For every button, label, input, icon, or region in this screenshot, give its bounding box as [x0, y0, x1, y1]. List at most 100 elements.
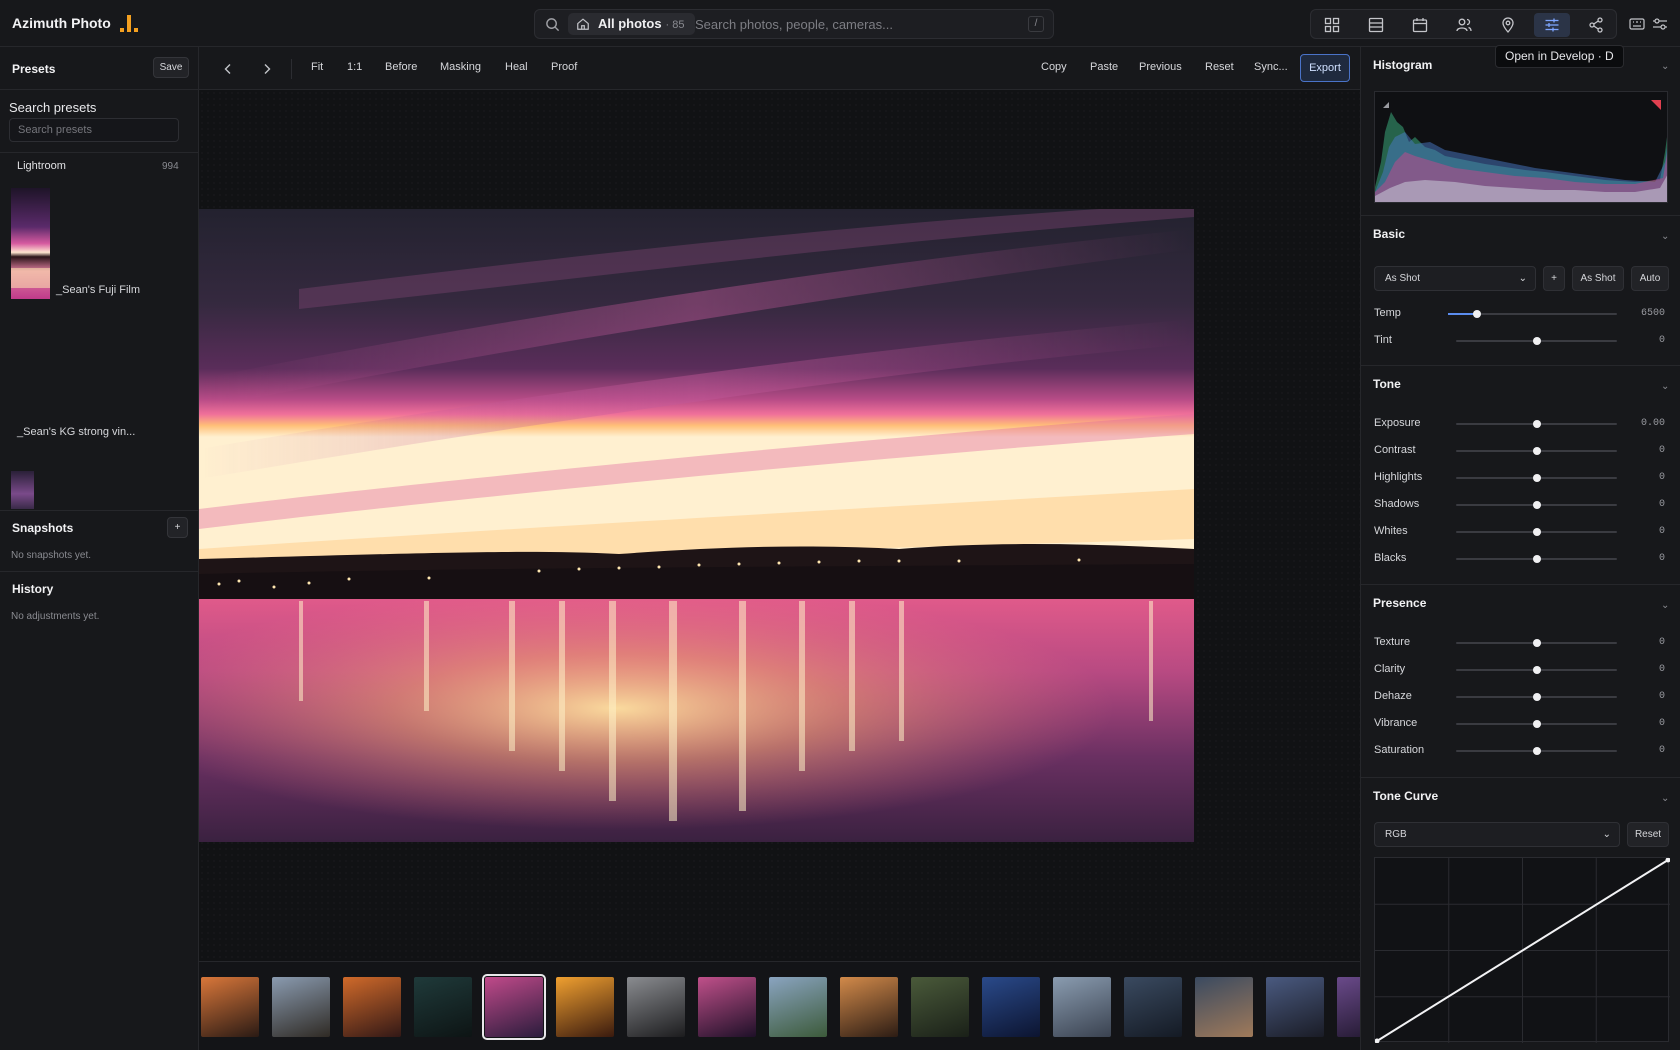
curve-channel-select[interactable]: RGB ⌄ — [1374, 822, 1620, 847]
export-button[interactable]: Export — [1300, 54, 1350, 82]
chevron-down-icon[interactable]: ⌄ — [1661, 600, 1669, 611]
preset-name[interactable]: _Sean's KG strong vin... — [17, 426, 135, 438]
presets-search-input[interactable] — [9, 118, 179, 142]
fit-zoom-button[interactable]: Fit — [311, 61, 323, 73]
shadows-slider-handle[interactable] — [1532, 501, 1541, 509]
add-snapshot-button[interactable]: + — [167, 517, 188, 538]
filmstrip-thumbnail[interactable] — [1195, 977, 1253, 1037]
chevron-down-icon[interactable]: ⌄ — [1661, 231, 1669, 242]
blacks-value[interactable]: 0 — [1611, 553, 1665, 564]
saturation-value[interactable]: 0 — [1611, 745, 1665, 756]
previous-photo-button[interactable] — [218, 59, 238, 79]
calendar-view-button[interactable] — [1402, 13, 1438, 37]
highlights-value[interactable]: 0 — [1611, 472, 1665, 483]
blacks-slider[interactable] — [1456, 555, 1617, 563]
previous-settings-button[interactable]: Previous — [1139, 61, 1182, 73]
scope-pill[interactable]: All photos · 85 — [568, 13, 695, 35]
people-view-button[interactable] — [1446, 13, 1482, 37]
curve-reset-button[interactable]: Reset — [1627, 822, 1669, 847]
texture-slider-handle[interactable] — [1532, 639, 1541, 647]
contrast-slider-handle[interactable] — [1532, 447, 1541, 455]
one-to-one-zoom-button[interactable]: 1:1 — [347, 61, 362, 73]
save-preset-button[interactable]: Save — [153, 57, 189, 78]
filmstrip-thumbnail[interactable] — [272, 977, 330, 1037]
tint-value[interactable]: 0 — [1611, 335, 1665, 346]
heal-button[interactable]: Heal — [505, 61, 528, 73]
develop-view-button[interactable] — [1534, 13, 1570, 37]
white-balance-select[interactable]: As Shot ⌄ — [1374, 266, 1536, 291]
filmstrip-thumbnail[interactable] — [769, 977, 827, 1037]
saturation-slider-handle[interactable] — [1532, 747, 1541, 755]
temp-slider-handle[interactable] — [1472, 310, 1481, 318]
copy-settings-button[interactable]: Copy — [1041, 61, 1067, 73]
shadows-value[interactable]: 0 — [1611, 499, 1665, 510]
grid-view-button[interactable] — [1314, 13, 1350, 37]
saturation-slider[interactable] — [1456, 747, 1617, 755]
exposure-slider[interactable] — [1456, 420, 1617, 428]
main-photo[interactable] — [199, 209, 1194, 842]
tone-curve-editor[interactable] — [1374, 857, 1670, 1043]
contrast-slider[interactable] — [1456, 447, 1617, 455]
filmstrip-thumbnail[interactable] — [911, 977, 969, 1037]
preset-thumbnail[interactable] — [11, 471, 34, 509]
filmstrip-thumbnail[interactable] — [201, 977, 259, 1037]
filmstrip-thumbnail[interactable] — [414, 977, 472, 1037]
preferences-button[interactable] — [1650, 14, 1670, 34]
shadows-slider[interactable] — [1456, 501, 1617, 509]
highlights-slider-handle[interactable] — [1532, 474, 1541, 482]
whites-slider-handle[interactable] — [1532, 528, 1541, 536]
filmstrip-thumbnail[interactable] — [627, 977, 685, 1037]
before-after-button[interactable]: Before — [385, 61, 417, 73]
filmstrip-thumbnail[interactable] — [698, 977, 756, 1037]
exposure-value[interactable]: 0.00 — [1611, 418, 1665, 429]
blacks-slider-handle[interactable] — [1532, 555, 1541, 563]
highlights-slider[interactable] — [1456, 474, 1617, 482]
vibrance-slider-handle[interactable] — [1532, 720, 1541, 728]
chevron-down-icon[interactable]: ⌄ — [1661, 793, 1669, 804]
add-white-balance-button[interactable]: + — [1543, 266, 1565, 291]
temp-value[interactable]: 6500 — [1611, 308, 1665, 319]
proof-button[interactable]: Proof — [551, 61, 577, 73]
contrast-value[interactable]: 0 — [1611, 445, 1665, 456]
sync-button[interactable]: Sync... — [1254, 61, 1288, 73]
reset-button[interactable]: Reset — [1205, 61, 1234, 73]
map-view-button[interactable] — [1490, 13, 1526, 37]
clarity-slider-handle[interactable] — [1532, 666, 1541, 674]
filmstrip-thumbnail[interactable] — [1266, 977, 1324, 1037]
filmstrip-thumbnail[interactable] — [1053, 977, 1111, 1037]
masking-button[interactable]: Masking — [440, 61, 481, 73]
whites-slider[interactable] — [1456, 528, 1617, 536]
filmstrip-thumbnail[interactable] — [982, 977, 1040, 1037]
filmstrip-thumbnail[interactable] — [556, 977, 614, 1037]
filmstrip-thumbnail[interactable] — [840, 977, 898, 1037]
filmstrip-thumbnail[interactable] — [343, 977, 401, 1037]
filmstrip-thumbnail[interactable] — [482, 974, 546, 1040]
preset-name[interactable]: _Sean's Fuji Film — [56, 284, 140, 296]
share-view-button[interactable] — [1578, 13, 1614, 37]
paste-settings-button[interactable]: Paste — [1090, 61, 1118, 73]
tint-slider[interactable] — [1456, 337, 1617, 345]
preset-group-lightroom[interactable]: Lightroom — [17, 160, 66, 172]
search-input[interactable] — [695, 14, 1015, 34]
chevron-down-icon[interactable]: ⌄ — [1661, 381, 1669, 392]
filmstrip-thumbnail[interactable] — [1337, 977, 1360, 1037]
temp-slider[interactable] — [1448, 310, 1617, 318]
chevron-down-icon[interactable]: ⌄ — [1661, 61, 1669, 72]
whites-value[interactable]: 0 — [1611, 526, 1665, 537]
vibrance-slider[interactable] — [1456, 720, 1617, 728]
keyboard-shortcuts-button[interactable] — [1627, 14, 1647, 34]
dehaze-slider[interactable] — [1456, 693, 1617, 701]
tint-slider-handle[interactable] — [1532, 337, 1541, 345]
clarity-slider[interactable] — [1456, 666, 1617, 674]
auto-white-balance-button[interactable]: Auto — [1631, 266, 1669, 291]
exposure-slider-handle[interactable] — [1532, 420, 1541, 428]
filmstrip-thumbnail[interactable] — [1124, 977, 1182, 1037]
next-photo-button[interactable] — [257, 59, 277, 79]
list-view-button[interactable] — [1358, 13, 1394, 37]
search-bar[interactable]: All photos· 85 / — [534, 9, 1054, 39]
dehaze-slider-handle[interactable] — [1532, 693, 1541, 701]
clarity-value[interactable]: 0 — [1611, 664, 1665, 675]
texture-slider[interactable] — [1456, 639, 1617, 647]
dehaze-value[interactable]: 0 — [1611, 691, 1665, 702]
preset-thumbnail[interactable] — [11, 188, 50, 299]
